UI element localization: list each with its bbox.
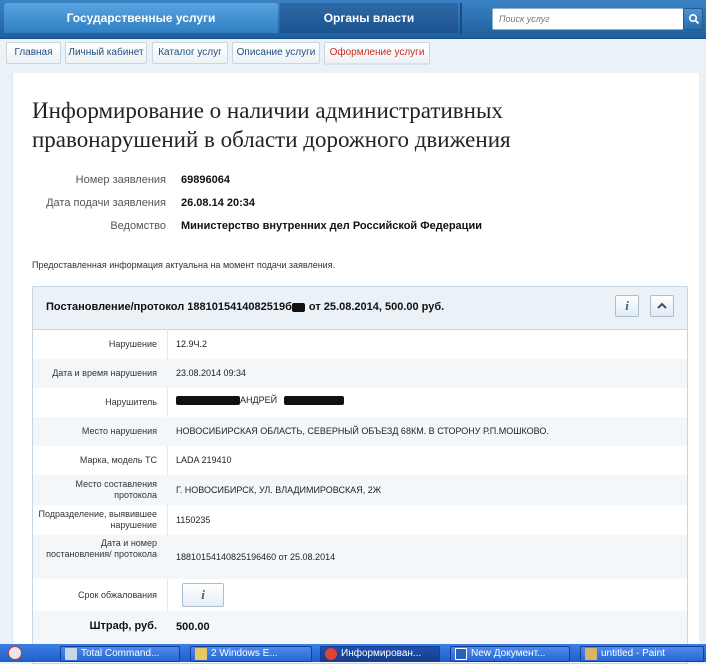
info-note: Предоставленная информация актуальна на … — [32, 260, 336, 270]
application-number-value: 69896064 — [181, 174, 230, 186]
taskbar-item-paint[interactable]: untitled - Paint — [580, 646, 704, 662]
row-value: 23.08.2014 09:34 — [176, 368, 247, 378]
breadcrumb-personal-account[interactable]: Личный кабинет — [65, 42, 147, 64]
fine-value: 500.00 — [176, 621, 210, 633]
breadcrumb-service-description[interactable]: Описание услуги — [232, 42, 320, 64]
chevron-up-icon — [657, 302, 667, 309]
row-label: Нарушение — [108, 339, 157, 349]
row-value: 12.9Ч.2 — [176, 339, 208, 349]
nav-tab-gov-services[interactable]: Государственные услуги — [4, 3, 278, 33]
nav-tab-authorities[interactable]: Органы власти — [280, 3, 458, 33]
panel-title: Постановление/протокол 1881015414082519б… — [46, 301, 444, 313]
row-value: 18810154140825196460 от 25.08.2014 — [176, 552, 336, 562]
taskbar-item-label: Информирован... — [341, 648, 422, 659]
offender-first-name: АНДРЕЙ — [240, 395, 278, 405]
search-button[interactable] — [683, 8, 703, 30]
panel-header: Постановление/протокол 1881015414082519б… — [33, 287, 687, 330]
table-row: Марка, модель ТС LADA 219410 — [33, 446, 687, 475]
row-label: Марка, модель ТС — [79, 455, 157, 465]
content-card: Информирование о наличии административны… — [12, 73, 699, 664]
taskbar-item-label: New Документ... — [471, 648, 546, 659]
submission-date-label: Дата подачи заявления — [46, 197, 166, 209]
taskbar-item-label: 2 Windows E... — [211, 648, 278, 659]
panel-title-rest: от 25.08.2014, 500.00 руб. — [308, 301, 445, 313]
floppy-icon — [65, 648, 77, 660]
taskbar-item-label: untitled - Paint — [601, 648, 665, 659]
row-label: Место нарушения — [81, 426, 157, 436]
row-label: Нарушитель — [105, 397, 157, 407]
table-row: Дата и номер постановления/ протокола 18… — [33, 535, 687, 579]
breadcrumb-service-catalog[interactable]: Каталог услуг — [152, 42, 228, 64]
os-taskbar: Total Command... 2 Windows E... Информир… — [0, 644, 706, 662]
row-value-offender: АНДРЕЙ — [176, 395, 344, 406]
info-icon: i — [625, 298, 629, 313]
redacted-block — [176, 396, 240, 406]
page-title: Информирование о наличии административны… — [32, 98, 511, 152]
search-icon — [688, 13, 700, 25]
info-icon: i — [201, 587, 205, 602]
row-label: Подразделение, выявившее нарушение — [38, 509, 157, 530]
top-navigation: Государственные услуги Органы власти — [0, 0, 706, 39]
nav-divider — [460, 3, 462, 35]
appeal-info-button[interactable]: i — [182, 583, 224, 607]
table-row: Место нарушения НОВОСИБИРСКАЯ ОБЛАСТЬ, С… — [33, 417, 687, 446]
paint-icon — [585, 648, 597, 660]
word-icon — [455, 648, 467, 660]
agency-label: Ведомство — [110, 220, 166, 232]
folder-icon — [195, 648, 207, 660]
submission-date-value: 26.08.14 20:34 — [181, 197, 256, 209]
row-label: Дата и время нарушения — [52, 368, 157, 378]
taskbar-item-browser[interactable]: Информирован... — [320, 646, 440, 662]
table-row: Место составления протокола Г. НОВОСИБИР… — [33, 475, 687, 505]
chrome-icon — [325, 648, 337, 660]
breadcrumb-home[interactable]: Главная — [6, 42, 61, 64]
row-label: Место составления протокола — [75, 479, 157, 500]
redacted-block — [291, 302, 305, 312]
row-value: 1150235 — [176, 515, 211, 525]
panel-info-button[interactable]: i — [615, 295, 639, 317]
search-input[interactable] — [493, 10, 679, 28]
breadcrumb-service-application[interactable]: Оформление услуги — [324, 42, 430, 65]
table-row: Подразделение, выявившее нарушение 11502… — [33, 505, 687, 535]
protocol-panel: Постановление/протокол 1881015414082519б… — [32, 286, 688, 664]
taskbar-item-total-commander[interactable]: Total Command... — [60, 646, 180, 662]
agency-value: Министерство внутренних дел Российской Ф… — [181, 220, 482, 232]
table-row: Нарушитель АНДРЕЙ — [33, 388, 687, 417]
row-label: Дата и номер постановления/ протокола — [46, 538, 157, 559]
opera-icon[interactable] — [8, 646, 22, 660]
fine-label: Штраф, руб. — [89, 620, 157, 632]
panel-title-number: Постановление/протокол 1881015414082519б — [46, 301, 292, 313]
table-row: Срок обжалования i — [33, 579, 687, 611]
table-row: Нарушение 12.9Ч.2 — [33, 330, 687, 359]
taskbar-item-label: Total Command... — [81, 648, 160, 659]
panel-collapse-button[interactable] — [650, 295, 674, 317]
taskbar-item-document[interactable]: New Документ... — [450, 646, 570, 662]
row-value: Г. НОВОСИБИРСК, УЛ. ВЛАДИМИРОВСКАЯ, 2Ж — [176, 485, 382, 495]
search-box — [492, 8, 684, 30]
row-value: НОВОСИБИРСКАЯ ОБЛАСТЬ, СЕВЕРНЫЙ ОБЪЕЗД 6… — [176, 426, 549, 436]
row-value: LADA 219410 — [176, 455, 232, 465]
taskbar-item-windows-explorer[interactable]: 2 Windows E... — [190, 646, 312, 662]
redacted-block — [283, 396, 344, 406]
application-number-label: Номер заявления — [75, 174, 166, 186]
table-row: Дата и время нарушения 23.08.2014 09:34 — [33, 359, 687, 388]
row-label: Срок обжалования — [78, 590, 157, 600]
